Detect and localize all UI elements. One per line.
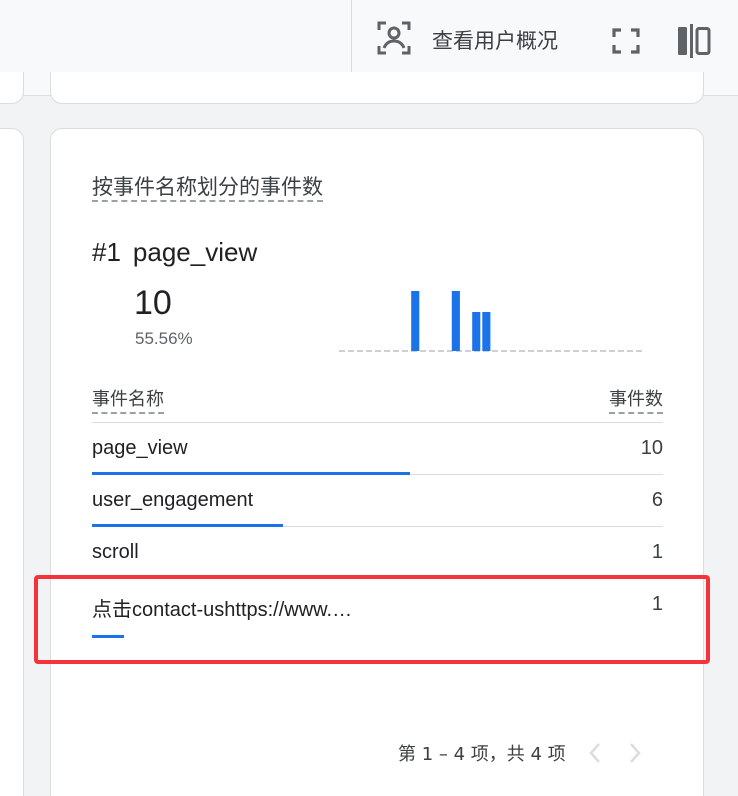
split-view-icon <box>678 24 711 58</box>
top-event-value: 10 <box>134 284 172 322</box>
previous-page-button[interactable] <box>584 740 606 766</box>
top-event-name: page_view <box>132 237 258 267</box>
table-row[interactable]: page_view 10 <box>92 423 663 475</box>
event-count-card: 按事件名称划分的事件数 #1 page_view 10 55.56% 事件名称 … <box>50 128 704 796</box>
table-row[interactable]: 点击contact-ushttps://www.… 1 <box>92 579 663 638</box>
sparkline-bar <box>451 291 460 351</box>
row-share-bar <box>92 635 124 638</box>
row-event-name: scroll <box>92 541 139 563</box>
sparkline-bar <box>482 312 491 351</box>
split-view-button[interactable] <box>676 24 712 58</box>
card-title[interactable]: 按事件名称划分的事件数 <box>92 171 323 202</box>
table-header: 事件名称 事件数 <box>92 381 663 423</box>
user-snapshot-icon <box>376 20 412 61</box>
pagination-text: 第 1 – 4 项，共 4 项 <box>398 744 566 765</box>
row-event-count: 6 <box>651 489 663 511</box>
column-header-event-count[interactable]: 事件数 <box>609 385 663 414</box>
event-sparkline <box>339 291 644 352</box>
top-event-percent: 55.56% <box>135 329 193 348</box>
fullscreen-icon <box>612 28 640 54</box>
top-event: #1 page_view <box>92 237 257 268</box>
next-page-button[interactable] <box>624 740 646 766</box>
row-event-count: 10 <box>640 437 663 459</box>
card-above-edge <box>50 72 704 104</box>
left-card-edge <box>0 128 24 796</box>
row-event-count: 1 <box>651 593 663 615</box>
table-row[interactable]: user_engagement 6 <box>92 475 663 527</box>
row-event-count: 1 <box>651 541 663 563</box>
fullscreen-button[interactable] <box>611 26 641 56</box>
row-event-name: user_engagement <box>92 489 254 511</box>
table-row[interactable]: scroll 1 <box>92 527 663 579</box>
view-user-snapshot-label: 查看用户概况 <box>432 29 558 53</box>
row-event-name: page_view <box>92 437 188 459</box>
sparkline-bar <box>472 312 481 351</box>
chevron-right-icon <box>629 743 641 763</box>
column-header-event-name[interactable]: 事件名称 <box>92 385 164 414</box>
view-user-snapshot-button[interactable]: 查看用户概况 <box>376 20 558 61</box>
left-card-edge-top <box>0 72 24 104</box>
chevron-left-icon <box>589 743 600 763</box>
top-event-rank: #1 <box>92 237 121 267</box>
sparkline-bar <box>411 291 420 351</box>
row-event-name: 点击contact-ushttps://www.… <box>92 599 353 621</box>
event-table: 事件名称 事件数 page_view 10 user_engagement 6 … <box>92 381 663 638</box>
pagination: 第 1 – 4 项，共 4 项 <box>398 740 646 766</box>
